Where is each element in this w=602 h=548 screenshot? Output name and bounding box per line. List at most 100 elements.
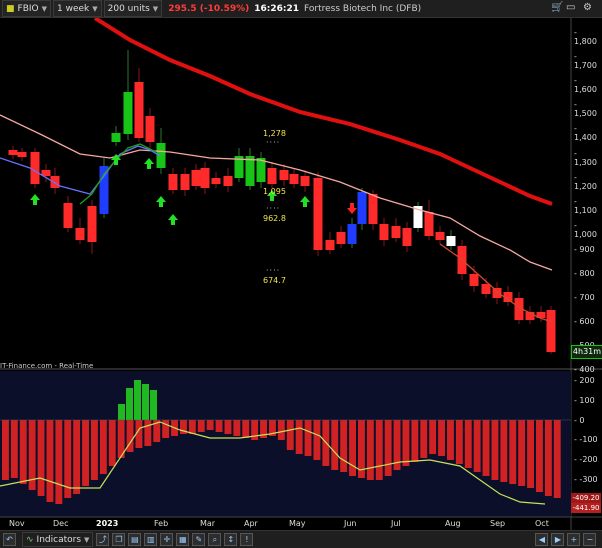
period-label: 1 week (57, 3, 90, 14)
histogram-bar (144, 420, 152, 446)
histogram-bar (527, 420, 534, 488)
indicators-button[interactable]: ∿ Indicators ▼ (22, 532, 94, 547)
bottom-toolbar: ↶ ∿ Indicators ▼ ⤴ ❐ ▤ ▥ ✛ ▦ ✎ ⌕ ↕ ! ◀ ▶… (0, 530, 602, 548)
time-tick: May (289, 519, 306, 528)
time-tick: Sep (490, 519, 506, 528)
price-change: 295.5 (-10.59%) (168, 3, 250, 14)
chevron-down-icon: ▼ (84, 535, 90, 544)
histogram-bar (295, 420, 303, 454)
data-source-label: IT-Finance.com - Real-Time (0, 362, 94, 370)
undo-icon[interactable]: ↶ (3, 533, 16, 546)
histogram-bar-positive (118, 404, 125, 420)
histogram-bar (82, 420, 89, 486)
price-tick: - 1,200 (574, 172, 597, 191)
histogram-bar (108, 420, 116, 466)
volume-label: 200 units (107, 3, 150, 14)
annotation-1095: 1,095 (263, 187, 286, 196)
histogram-bar-positive (150, 390, 157, 420)
histogram-bar (500, 420, 508, 482)
histogram-bar (19, 420, 27, 484)
price-tick: - 700 (574, 293, 595, 303)
menu-icon: ■ (6, 3, 15, 14)
chevron-down-icon: ▼ (41, 4, 47, 13)
alert-icon[interactable]: ! (240, 533, 254, 546)
histogram-bar (366, 420, 374, 480)
chart-icon: ∿ (26, 534, 34, 545)
zoom-in-icon[interactable]: + (567, 533, 581, 546)
top-toolbar: ■ FBIO ▼ 1 week ▼ 200 units ▼ 295.5 (-10.59%… (0, 0, 602, 18)
layout-icon[interactable]: ▥ (144, 533, 158, 546)
candle (313, 172, 323, 256)
indicators-label: Indicators (36, 534, 82, 545)
histogram-bar (464, 420, 472, 468)
instrument-selector[interactable]: ■ FBIO ▼ (2, 0, 51, 17)
candle (99, 158, 109, 218)
zoom-out-icon[interactable]: − (583, 533, 597, 546)
histogram-bar (224, 420, 232, 434)
histogram-bar (384, 420, 392, 476)
indicator-tick: - 0 (574, 415, 585, 425)
share-icon[interactable]: ⤴ (96, 533, 110, 546)
histogram-bar (544, 420, 552, 496)
time-tick: 2023 (96, 519, 119, 528)
histogram-bar (197, 420, 205, 432)
price-chart[interactable] (0, 18, 602, 530)
scale-icon[interactable]: ↕ (224, 533, 238, 546)
histogram-bar (420, 420, 428, 458)
indicator-second-value: -441.90 (571, 503, 601, 513)
histogram-bar (536, 420, 543, 492)
clock: 16:26:21 (254, 3, 300, 14)
histogram-bar (277, 420, 285, 440)
crosshair-icon[interactable]: ✛ (160, 533, 174, 546)
histogram-bar (91, 420, 98, 480)
chevron-down-icon: ▼ (152, 4, 159, 13)
candle (546, 306, 556, 354)
time-tick: Dec (53, 519, 69, 528)
copy-icon[interactable]: ❐ (112, 533, 126, 546)
histogram-bar (188, 420, 196, 434)
candle (30, 148, 40, 188)
indicator-tick: - -200 (574, 455, 598, 465)
grid-icon[interactable]: ▦ (176, 533, 190, 546)
price-tick: - 900 (574, 244, 595, 254)
layout-icon[interactable]: ▤ (128, 533, 142, 546)
price-tick: - 1,100 (574, 196, 597, 215)
annotation-962: 962.8 (263, 214, 286, 223)
histogram-bar (286, 420, 294, 450)
time-tick: Feb (154, 519, 169, 528)
histogram-bar (455, 420, 463, 464)
annotation-high: 1,278 (263, 129, 286, 138)
dots-marker: ···· (266, 266, 281, 275)
chevron-down-icon: ▼ (92, 4, 98, 13)
histogram-bar (2, 420, 9, 480)
price-tick: - 1,600 (574, 76, 597, 95)
price-tick: - 600 (574, 317, 595, 327)
window-icon[interactable]: ▭ (566, 2, 575, 13)
histogram-bar (206, 420, 214, 430)
candle (357, 188, 367, 230)
histogram-bar (375, 420, 383, 480)
gear-icon[interactable]: ⚙ (583, 2, 592, 13)
indicator-tick: - 100 (574, 395, 595, 405)
symbol-label: FBIO (17, 3, 39, 14)
nav-right-icon[interactable]: ▶ (551, 533, 565, 546)
zoom-icon[interactable]: ⌕ (208, 533, 222, 546)
volume-selector[interactable]: 200 units ▼ (103, 0, 163, 17)
draw-icon[interactable]: ✎ (192, 533, 206, 546)
histogram-bar (509, 420, 517, 484)
histogram-bar-positive (126, 388, 133, 420)
histogram-bar (491, 420, 499, 480)
histogram-bar (553, 420, 561, 498)
nav-left-icon[interactable]: ◀ (535, 533, 549, 546)
histogram-bar (518, 420, 526, 486)
annotation-674: 674.7 (263, 276, 286, 285)
price-tick: - 1,700 (574, 52, 597, 71)
price-tick: - 1,800 (574, 28, 597, 46)
histogram-bar (73, 420, 81, 494)
period-selector[interactable]: 1 week ▼ (53, 0, 102, 17)
time-tick: Jun (344, 519, 357, 528)
histogram-bar (242, 420, 250, 438)
histogram-bar (411, 420, 419, 462)
histogram-bar (438, 420, 445, 456)
cart-icon[interactable]: 🛒 (551, 2, 563, 13)
